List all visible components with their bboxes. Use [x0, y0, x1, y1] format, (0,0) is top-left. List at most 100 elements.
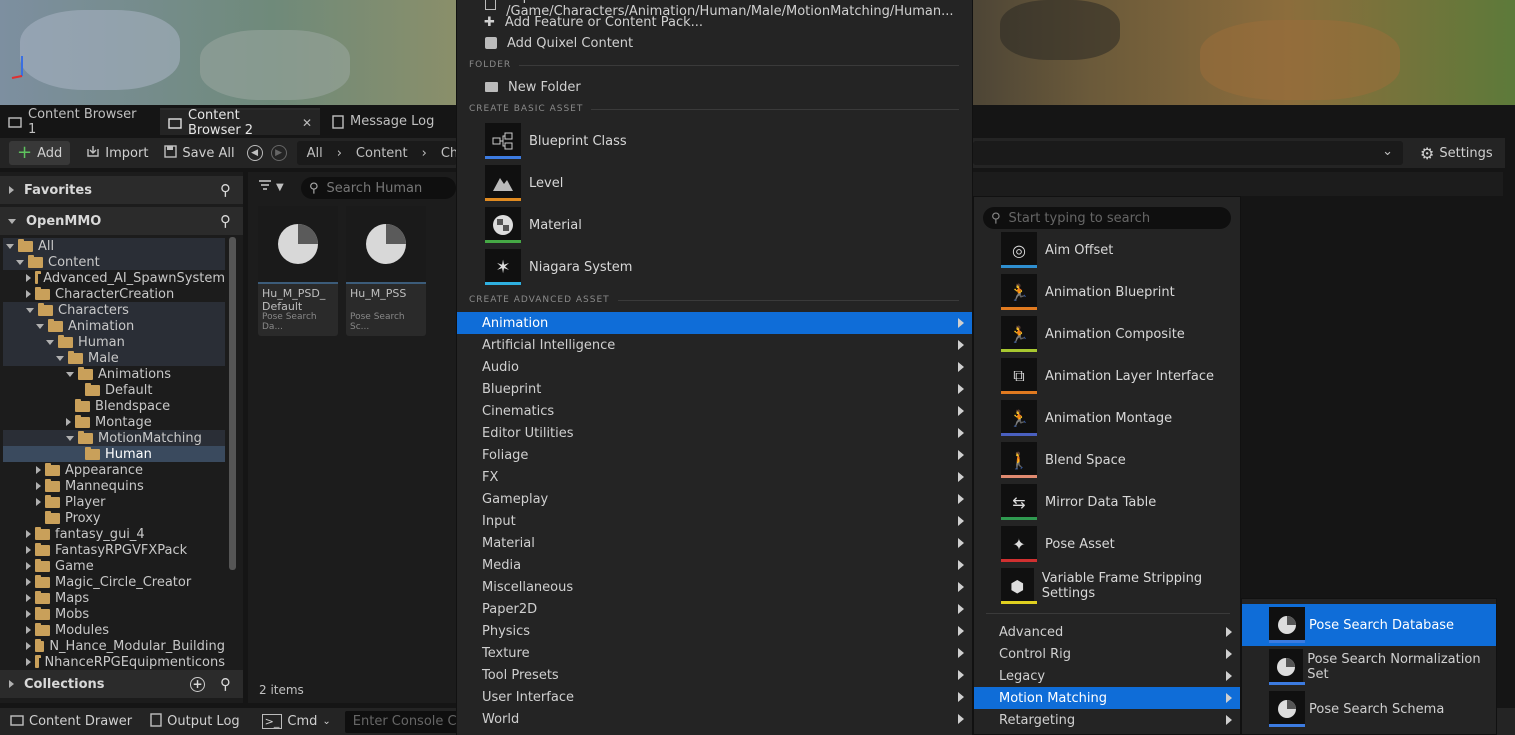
anim-asset-menu-item[interactable]: 🚶 Blend Space	[1001, 441, 1126, 479]
category-material[interactable]: Material	[457, 532, 972, 554]
expand-icon[interactable]	[26, 274, 31, 282]
expand-icon[interactable]	[26, 578, 31, 586]
breadcrumb-item[interactable]: All	[307, 146, 323, 161]
folder-tree-item[interactable]: Mobs	[3, 606, 225, 622]
collapse-icon[interactable]	[56, 355, 64, 361]
category-blueprint[interactable]: Blueprint	[457, 378, 972, 400]
blueprint-class-menu-item[interactable]: Blueprint Class	[485, 122, 627, 160]
folder-tree-item[interactable]: All	[3, 238, 225, 254]
category-physics[interactable]: Physics	[457, 620, 972, 642]
expand-icon[interactable]	[36, 466, 41, 474]
collapse-icon[interactable]	[66, 435, 74, 441]
favorites-header[interactable]: Favorites ⚲	[0, 176, 243, 204]
category-miscellaneous[interactable]: Miscellaneous	[457, 576, 972, 598]
collapse-icon[interactable]	[46, 339, 54, 345]
folder-tree-item[interactable]: Characters	[3, 302, 225, 318]
folder-tree-item[interactable]: Advanced_AI_SpawnSystem	[3, 270, 225, 286]
search-input[interactable]: ⚲ Search Human	[301, 177, 456, 199]
folder-tree-item[interactable]: N_Hance_Modular_Building	[3, 638, 225, 654]
anim-asset-menu-item[interactable]: 🏃 Animation Composite	[1001, 315, 1185, 353]
category-foliage[interactable]: Foliage	[457, 444, 972, 466]
level-menu-item[interactable]: Level	[485, 164, 563, 202]
save-all-button[interactable]: Save All	[156, 141, 242, 165]
collections-header[interactable]: Collections + ⚲	[0, 670, 243, 698]
anim-asset-menu-item[interactable]: ✦ Pose Asset	[1001, 525, 1115, 563]
category-world[interactable]: World	[457, 708, 972, 730]
submenu-search-input[interactable]: ⚲ Start typing to search	[983, 207, 1231, 229]
motion-matching-menu-item[interactable]: Pose Search Database	[1242, 604, 1496, 646]
anim-asset-menu-item[interactable]: ⬢ Variable Frame Stripping Settings	[1001, 567, 1240, 605]
expand-icon[interactable]	[36, 482, 41, 490]
expand-icon[interactable]	[26, 658, 31, 666]
cmd-selector[interactable]: >_ Cmd ⌄	[254, 710, 339, 734]
folder-tree-item[interactable]: Content	[3, 254, 225, 270]
submenu-group-motion-matching[interactable]: Motion Matching	[974, 687, 1240, 709]
folder-tree-item[interactable]: CharacterCreation	[3, 286, 225, 302]
folder-tree-item[interactable]: FantasyRPGVFXPack	[3, 542, 225, 558]
category-user-interface[interactable]: User Interface	[457, 686, 972, 708]
niagara-system-menu-item[interactable]: ✶ Niagara System	[485, 248, 632, 286]
collapse-icon[interactable]	[66, 371, 74, 377]
submenu-group-control-rig[interactable]: Control Rig	[974, 643, 1240, 665]
motion-matching-menu-item[interactable]: Pose Search Normalization Set	[1242, 646, 1496, 688]
asset-tile[interactable]: Hu_M_PSD_ Default Pose Search Da...	[258, 206, 338, 336]
add-feature-menu-item[interactable]: ✚ Add Feature or Content Pack...	[457, 11, 972, 33]
category-paper2d[interactable]: Paper2D	[457, 598, 972, 620]
expand-icon[interactable]	[26, 530, 31, 538]
folder-tree-item[interactable]: Animations	[3, 366, 225, 382]
category-gameplay[interactable]: Gameplay	[457, 488, 972, 510]
import-button[interactable]: Import	[78, 141, 156, 165]
anim-asset-menu-item[interactable]: ⧉ Animation Layer Interface	[1001, 357, 1214, 395]
submenu-group-advanced[interactable]: Advanced	[974, 621, 1240, 643]
add-quixel-menu-item[interactable]: Add Quixel Content	[457, 32, 972, 54]
folder-tree-item[interactable]: Human	[3, 334, 225, 350]
folder-tree-item[interactable]: Default	[3, 382, 225, 398]
search-icon[interactable]: ⚲	[220, 212, 231, 230]
folder-tree-item[interactable]: Magic_Circle_Creator	[3, 574, 225, 590]
collapse-icon[interactable]	[16, 259, 24, 265]
folder-tree-item[interactable]: MotionMatching	[3, 430, 225, 446]
folder-tree-item[interactable]: Modules	[3, 622, 225, 638]
folder-tree-item[interactable]: Human	[3, 446, 225, 462]
submenu-group-retargeting[interactable]: Retargeting	[974, 709, 1240, 731]
category-animation[interactable]: Animation	[457, 312, 972, 334]
expand-icon[interactable]	[26, 562, 31, 570]
folder-tree-item[interactable]: NhanceRPGEquipmenticons	[3, 654, 225, 670]
search-icon[interactable]: ⚲	[220, 181, 231, 199]
expand-icon[interactable]	[26, 546, 31, 554]
category-audio[interactable]: Audio	[457, 356, 972, 378]
folder-tree-item[interactable]: Proxy	[3, 510, 225, 526]
category-cinematics[interactable]: Cinematics	[457, 400, 972, 422]
expand-icon[interactable]	[36, 498, 41, 506]
collapse-icon[interactable]	[26, 307, 34, 313]
breadcrumb-item[interactable]: Content	[356, 146, 408, 161]
output-log-button[interactable]: Output Log	[142, 710, 248, 734]
expand-icon[interactable]	[26, 290, 31, 298]
expand-icon[interactable]	[26, 626, 31, 634]
search-icon[interactable]: ⚲	[220, 675, 231, 693]
motion-matching-menu-item[interactable]: Pose Search Schema	[1242, 688, 1496, 730]
add-button[interactable]: + Add	[9, 141, 71, 165]
expand-icon[interactable]	[26, 610, 31, 618]
folder-tree-item[interactable]: Game	[3, 558, 225, 574]
back-icon[interactable]: ◀	[246, 145, 263, 161]
collapse-icon[interactable]	[6, 243, 14, 249]
folder-tree-item[interactable]: Player	[3, 494, 225, 510]
folder-tree-item[interactable]: Male	[3, 350, 225, 366]
folder-tree-item[interactable]: Montage	[3, 414, 225, 430]
folder-tree-item[interactable]: Mannequins	[3, 478, 225, 494]
folder-tree-item[interactable]: Appearance	[3, 462, 225, 478]
filter-button[interactable]: ▼	[258, 179, 284, 195]
add-collection-icon[interactable]: +	[190, 676, 205, 692]
folder-tree-item[interactable]: Animation	[3, 318, 225, 334]
anim-asset-menu-item[interactable]: 🏃 Animation Montage	[1001, 399, 1172, 437]
category-fx[interactable]: FX	[457, 466, 972, 488]
new-folder-menu-item[interactable]: New Folder	[457, 76, 972, 98]
category-media[interactable]: Media	[457, 554, 972, 576]
expand-icon[interactable]	[66, 418, 71, 426]
content-drawer-button[interactable]: Content Drawer	[2, 710, 140, 734]
folder-tree-item[interactable]: Maps	[3, 590, 225, 606]
folder-tree-item[interactable]: Blendspace	[3, 398, 225, 414]
category-editor-utilities[interactable]: Editor Utilities	[457, 422, 972, 444]
asset-tile[interactable]: Hu_M_PSS Pose Search Sc...	[346, 206, 426, 336]
